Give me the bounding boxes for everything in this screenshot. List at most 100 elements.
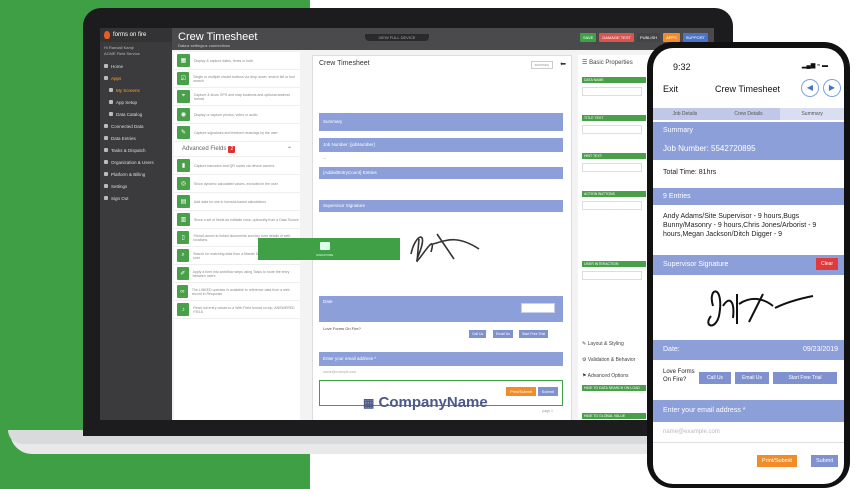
summary-header[interactable]: Summary [319,113,563,131]
pen-icon: ✎ [177,126,190,139]
field-type-item[interactable]: ▥ Show a set of fields as editable rows, … [174,211,300,229]
company-name: CompanyName [378,394,488,411]
field-type-item[interactable]: ✎ Capture signatures and freeform drawing… [174,124,300,142]
sidebar-item-label: Sign Out [111,195,129,201]
back-arrow-icon[interactable]: ⬅ [560,60,566,68]
calculator-icon: ▤ [177,195,190,208]
exit-button[interactable]: Exit [663,84,678,94]
tab-summary[interactable]: Summary [780,108,844,120]
prop-label-global: HIDE TO GLOBAL VALUE [582,413,646,419]
brand-logo[interactable]: forms on fire [100,28,172,42]
supervisor-signature-field[interactable]: Supervisor Signature [319,200,563,212]
property-input[interactable] [582,201,642,210]
start-trial-button[interactable]: Start Free Trial [519,330,549,338]
header-button[interactable]: APPS [663,33,680,42]
prop-label-search: HIDE TO DATA SEARCH ON LOAD [582,385,646,391]
field-type-item[interactable]: ▤ Add data for use in formula-based calcu… [174,193,300,211]
properties-title: ☰ Basic Properties [582,59,633,66]
email-placeholder: name@example.com [323,370,357,374]
submit-button[interactable]: Submit [537,387,558,396]
advanced-fields-header[interactable]: Advanced Fields 2 ⌃ [174,142,300,157]
company-logo-icon: ▦ [363,396,375,410]
layout-styling-section[interactable]: ✎ Layout & Styling [582,341,624,347]
sidebar-item[interactable]: Settings [100,180,172,192]
properties-title-text: Basic Properties [589,60,633,66]
email-us-button[interactable]: Email Us [493,330,514,338]
back-icon[interactable]: ◀ [801,79,819,97]
supervisor-signature-label: Supervisor Signature [663,261,729,268]
header-button[interactable]: DAMAGE TEST [599,33,634,42]
field-type-item[interactable]: ♪ Read out entry values to a Web Field fo… [174,301,300,319]
field-type-item[interactable]: ☑ Single or multiple choice buttons via d… [174,70,300,88]
sidebar-item[interactable]: Home [100,60,172,72]
tab-job-details[interactable]: Job Details [653,108,717,120]
screen-selector[interactable]: summary [530,61,553,69]
sidebar-item[interactable]: Platform & Billing [100,168,172,180]
eye-icon: ◎ [177,177,190,190]
signature-pad[interactable] [663,276,838,338]
sidebar-item-label: Settings [111,183,128,189]
header-button[interactable]: SUPPORT [682,33,708,42]
chevron-up-icon[interactable]: ⌃ [287,146,292,153]
property-input[interactable] [582,163,642,172]
validation-section[interactable]: ⚙ Validation & Behavior [582,357,635,363]
date-value[interactable]: 09/23/2019 [803,346,838,353]
email-us-button[interactable]: Email Us [735,372,769,384]
property-input[interactable] [582,271,642,280]
job-number-field[interactable]: Job Number: {jobNumber} [319,138,563,152]
submit-button[interactable]: Submit [811,455,839,467]
view-full-device-button[interactable]: VIEW FULL DEVICE [365,34,429,41]
call-us-button[interactable]: Call Us [699,372,731,384]
advanced-options-section[interactable]: ⚑ Advanced Options [582,373,628,379]
header-button[interactable]: SAVE [579,33,597,42]
breadcrumb[interactable]: Data ▸ settings ▸ connections [178,43,230,48]
property-input[interactable] [582,87,642,96]
summary-section: Summary Job Number: 5542720895 [653,122,844,160]
entries-field[interactable]: {AddedEntryCount} Entries [319,167,563,179]
sidebar-item-label: Connected Data [111,123,144,129]
sidebar-item-label: My Screens [116,87,140,93]
sidebar-item[interactable]: My Screens [100,84,172,96]
date-input[interactable] [521,303,555,313]
fields-panel: ▦ Display & capture dates, times or both ☑… [174,52,300,420]
sidebar-item[interactable]: App Setup [100,96,172,108]
email-prompt-field[interactable]: Enter your email address * [319,352,563,366]
laptop-screen: forms on fire Hi Randall Kamji ACME Fiel… [100,28,714,420]
forward-icon[interactable]: ▶ [823,79,841,97]
property-input[interactable] [582,125,642,134]
love-forms-label: Love Forms On Fire? [663,369,695,383]
date-field[interactable]: Date [319,296,563,322]
sidebar-item[interactable]: Data Entries [100,132,172,144]
email-input[interactable]: name@example.com [663,429,720,435]
sketch-icon: ✐ [177,267,189,280]
sidebar-item[interactable]: Data Catalog [100,108,172,120]
field-type-item[interactable]: ⌖ Capture & show GPS and map locations an… [174,88,300,106]
speaker-icon: ♪ [177,303,190,316]
header-button[interactable]: PUBLISH [636,33,661,42]
phone-time: 9:32 [673,62,691,72]
field-type-item[interactable]: ▦ Display & capture dates, times or both [174,52,300,70]
nav-icon [109,100,113,104]
print-submit-button[interactable]: Print/Submit [757,455,797,467]
camera-icon: ◉ [177,108,190,121]
field-type-item[interactable]: ◉ Display or capture photos, video or aud… [174,106,300,124]
field-type-item[interactable]: ▮ Capture barcodes and QR codes via devic… [174,157,300,175]
sidebar-item[interactable]: Tasks & Dispatch [100,144,172,156]
sidebar-item[interactable]: Apps [100,72,172,84]
start-trial-button[interactable]: Start Free Trial [773,372,837,384]
sidebar-item[interactable]: Sign Out [100,192,172,204]
call-us-button[interactable]: Call Us [469,330,487,338]
sidebar-item[interactable]: Connected Data [100,120,172,132]
clear-button[interactable]: Clear [816,258,838,270]
print-submit-button[interactable]: Print/Submit [506,387,536,396]
field-type-item[interactable]: ∞ The LINKED operator is available to ref… [174,283,300,301]
field-type-item[interactable]: ✐ Apply a form into workflow steps using … [174,265,300,283]
dragged-signature-field[interactable]: SIGNATURE [258,238,400,260]
tab-crew-details[interactable]: Crew Details [717,108,781,120]
property-section-label: USER INTERACTION [582,261,646,267]
sidebar-item[interactable]: Organization & Users [100,156,172,168]
field-description: Read out entry values to a Web Field for… [193,305,295,314]
field-type-item[interactable]: ◎ Show dynamic calculated values, exclude… [174,175,300,193]
field-description: Display & capture dates, times or both [194,58,254,63]
link-icon: ∞ [177,285,188,298]
